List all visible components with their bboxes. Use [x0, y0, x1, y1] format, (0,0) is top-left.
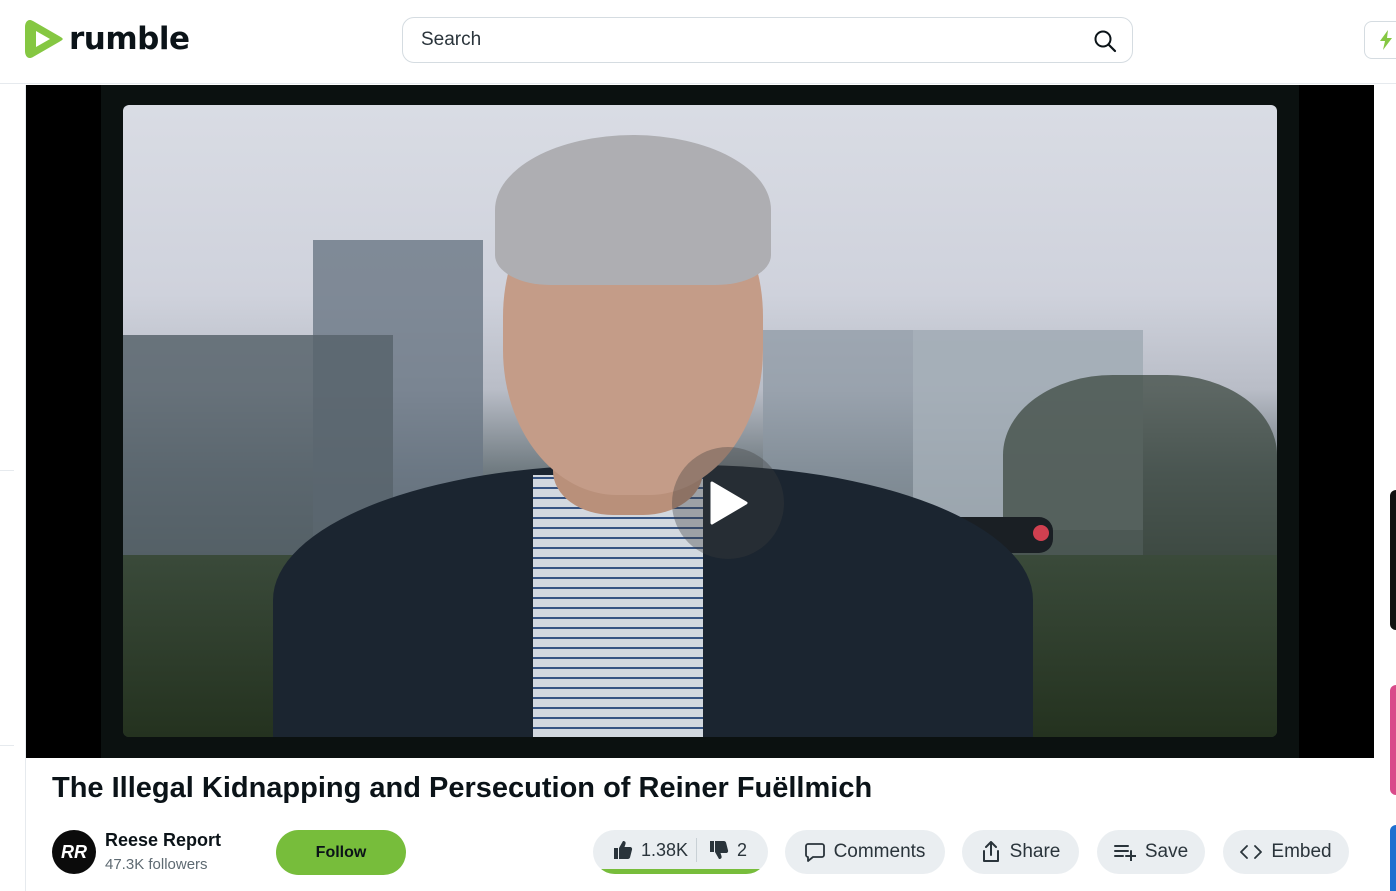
- comments-button[interactable]: Comments: [785, 830, 945, 874]
- comment-icon: [804, 843, 825, 862]
- sidebar-divider: [0, 470, 14, 471]
- upgrade-button[interactable]: [1364, 21, 1396, 59]
- channel-avatar[interactable]: RR: [52, 830, 96, 874]
- follower-count: 47.3K followers: [105, 856, 208, 873]
- channel-name[interactable]: Reese Report: [105, 830, 221, 851]
- thumbs-down-icon: [710, 841, 729, 859]
- recommended-thumbnail[interactable]: [1390, 490, 1396, 630]
- code-icon: [1240, 845, 1263, 859]
- right-sidebar: [1374, 85, 1396, 891]
- top-header: rumble: [0, 0, 1396, 84]
- follow-button[interactable]: Follow: [276, 830, 406, 875]
- video-title: The Illegal Kidnapping and Persecution o…: [52, 772, 873, 804]
- vote-group: 1.38K 2: [593, 830, 768, 874]
- video-thumbnail: [123, 105, 1277, 737]
- lightning-icon: [1380, 30, 1392, 50]
- rumble-play-logo-icon: [25, 19, 63, 59]
- save-label: Save: [1144, 841, 1189, 862]
- vote-ratio-fill: [593, 869, 767, 874]
- share-label: Share: [1009, 841, 1061, 862]
- search-input[interactable]: [403, 18, 1063, 62]
- dislike-count: 2: [737, 839, 748, 860]
- vote-divider: [696, 838, 697, 862]
- thumbs-up-icon: [614, 841, 633, 859]
- search-icon[interactable]: [1092, 28, 1118, 54]
- share-icon: [982, 841, 999, 862]
- brand-name: rumble: [69, 20, 190, 57]
- sidebar-divider: [0, 745, 14, 746]
- save-button[interactable]: Save: [1097, 830, 1205, 874]
- avatar-initials: RR: [61, 842, 87, 862]
- comments-label: Comments: [833, 841, 926, 862]
- search-bar: [402, 17, 1133, 63]
- embed-label: Embed: [1271, 841, 1332, 862]
- video-player[interactable]: [26, 85, 1374, 758]
- dislike-button[interactable]: 2: [709, 830, 747, 870]
- play-icon: [710, 481, 748, 525]
- recommended-thumbnail[interactable]: [1390, 825, 1396, 891]
- embed-button[interactable]: Embed: [1223, 830, 1349, 874]
- like-button[interactable]: 1.38K: [613, 830, 688, 870]
- like-count: 1.38K: [641, 839, 689, 860]
- left-sidebar: [0, 85, 26, 891]
- playlist-add-icon: [1113, 845, 1136, 861]
- share-button[interactable]: Share: [962, 830, 1079, 874]
- rumble-logo[interactable]: rumble: [25, 19, 190, 59]
- play-button[interactable]: [672, 447, 784, 559]
- vote-ratio-bar: [593, 869, 768, 874]
- recommended-thumbnail[interactable]: [1390, 685, 1396, 795]
